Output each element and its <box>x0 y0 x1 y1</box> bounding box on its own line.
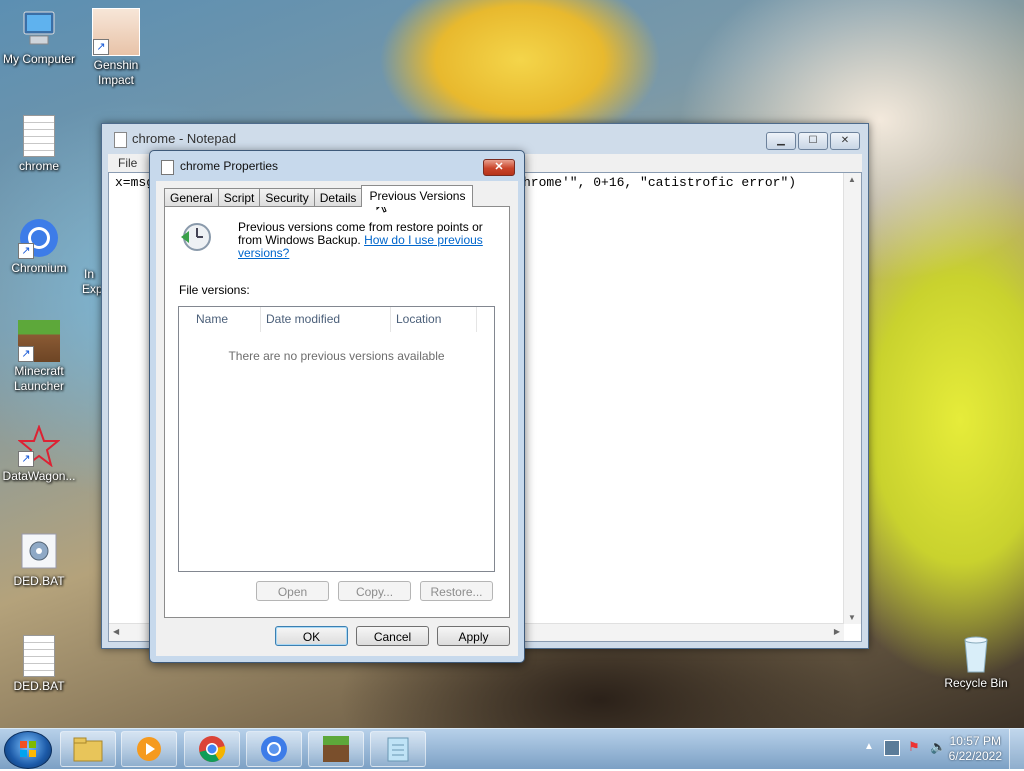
desktop-icon-label: Genshin Impact <box>93 58 139 87</box>
action-center-flag-icon[interactable]: ⚑ <box>908 739 920 755</box>
taskbar-chrome-button[interactable] <box>184 731 240 767</box>
scroll-right-icon[interactable]: ▶ <box>834 627 840 636</box>
vertical-scrollbar[interactable]: ▲ ▼ <box>843 173 861 624</box>
apply-button[interactable]: Apply <box>437 626 510 646</box>
maximize-button[interactable]: ☐ <box>798 132 828 150</box>
shortcut-arrow-icon: ↗ <box>18 346 34 362</box>
previous-versions-info: Previous versions come from restore poin… <box>238 221 498 260</box>
menu-file[interactable]: File <box>118 156 137 170</box>
column-date-modified[interactable]: Date modified <box>261 307 391 332</box>
desktop-icon-label: DataWagon... <box>2 469 76 483</box>
text-file-icon <box>18 115 60 157</box>
show-hidden-icons-icon[interactable]: ▲ <box>864 741 874 752</box>
folder-icon <box>73 737 103 762</box>
chrome-icon <box>199 736 226 762</box>
file-versions-list[interactable]: Name Date modified Location There are no… <box>178 306 495 572</box>
dialog-close-button[interactable]: ✕ <box>483 159 515 176</box>
tab-script[interactable]: Script <box>217 188 261 207</box>
scroll-down-icon[interactable]: ▼ <box>848 613 856 622</box>
taskbar-minecraft-button[interactable] <box>308 731 364 767</box>
system-tray: ▲ ⚑ 🔈 10:57 PM 6/22/2022 <box>834 729 1024 769</box>
column-location[interactable]: Location <box>391 307 477 332</box>
desktop-icon-ded-bat[interactable]: DED.BAT <box>1 635 77 694</box>
restore-button[interactable]: Restore... <box>420 581 493 601</box>
taskbar-explorer-button[interactable] <box>60 731 116 767</box>
shortcut-arrow-icon: ↗ <box>18 451 34 467</box>
ok-button[interactable]: OK <box>275 626 348 646</box>
desktop-icon-datawagon[interactable]: ↗ DataWagon... <box>1 424 77 484</box>
minimize-button[interactable]: ▁ <box>766 132 796 150</box>
clock-date: 6/22/2022 <box>948 749 1002 763</box>
network-icon[interactable] <box>884 740 900 756</box>
properties-dialog[interactable]: chrome Properties ✕ General Script Secur… <box>149 150 525 663</box>
file-icon <box>161 160 174 175</box>
notepad-icon <box>114 132 127 148</box>
minecraft-icon: ↗ <box>18 320 60 362</box>
recycle-bin-icon <box>955 632 997 674</box>
text-file-icon <box>18 635 60 677</box>
close-button[interactable]: ✕ <box>830 132 860 150</box>
taskbar: ▲ ⚑ 🔈 10:57 PM 6/22/2022 <box>0 728 1024 769</box>
minecraft-icon <box>323 736 349 762</box>
clock[interactable]: 10:57 PM 6/22/2022 <box>949 734 1002 764</box>
open-button[interactable]: Open <box>256 581 329 601</box>
chromium-icon <box>261 736 287 762</box>
media-player-icon <box>137 737 161 761</box>
previous-versions-panel: Previous versions come from restore poin… <box>164 206 510 618</box>
desktop-icon-chromium[interactable]: ↗ Chromium <box>1 217 77 276</box>
chromium-icon: ↗ <box>18 217 60 259</box>
show-desktop-button[interactable] <box>1009 729 1024 769</box>
desktop-icon-ded-bat-settings[interactable]: DED.BAT <box>1 530 77 589</box>
tab-strip: General Script Security Details Previous… <box>164 185 474 207</box>
taskbar-notepad-button[interactable] <box>370 731 426 767</box>
desktop-icon-label: My Computer <box>2 52 76 66</box>
desktop-icon-label: Chromium <box>11 261 67 275</box>
tab-previous-versions[interactable]: Previous Versions <box>361 185 474 207</box>
taskbar-media-player-button[interactable] <box>121 731 177 767</box>
column-name[interactable]: Name <box>191 307 261 332</box>
shortcut-arrow-icon: ↗ <box>93 39 109 55</box>
desktop-icon-label: chrome <box>18 159 59 173</box>
scroll-up-icon[interactable]: ▲ <box>848 175 856 184</box>
desktop-icon-label: DED.BAT <box>13 679 65 693</box>
tab-security[interactable]: Security <box>259 188 315 207</box>
desktop-icon-genshin-impact[interactable]: ↗ Genshin Impact <box>78 8 154 88</box>
gear-file-icon <box>18 530 60 572</box>
taskbar-chromium-button[interactable] <box>246 731 302 767</box>
windows-logo-icon <box>20 741 36 757</box>
desktop-icon-my-computer[interactable]: My Computer <box>1 8 77 67</box>
dialog-title: chrome Properties <box>180 159 279 173</box>
restore-clock-icon <box>179 221 211 253</box>
notepad-icon <box>387 737 409 762</box>
desktop: My Computer ↗ Genshin Impact chrome ↗ Ch… <box>0 0 1024 728</box>
shortcut-arrow-icon: ↗ <box>18 243 34 259</box>
clock-time: 10:57 PM <box>949 734 1001 748</box>
scroll-left-icon[interactable]: ◀ <box>113 627 119 636</box>
dialog-body: General Script Security Details Previous… <box>156 181 518 656</box>
desktop-icon-label: Recycle Bin <box>944 676 1008 690</box>
cancel-button[interactable]: Cancel <box>356 626 429 646</box>
genshin-impact-icon: ↗ <box>92 8 140 56</box>
start-button[interactable] <box>4 731 52 769</box>
dialog-titlebar[interactable]: chrome Properties ✕ <box>150 151 524 181</box>
empty-list-message: There are no previous versions available <box>228 349 445 363</box>
desktop-icon-label: Minecraft Launcher <box>13 364 65 393</box>
volume-icon[interactable]: 🔈 <box>930 739 946 755</box>
tab-details[interactable]: Details <box>313 188 363 207</box>
desktop-icon-recycle-bin[interactable]: Recycle Bin <box>936 632 1016 691</box>
list-header: Name Date modified Location <box>179 307 494 332</box>
notepad-title: chrome - Notepad <box>132 131 237 146</box>
file-versions-label: File versions: <box>179 283 250 297</box>
desktop-icon-chrome-script[interactable]: chrome <box>1 115 77 174</box>
desktop-icon-minecraft-launcher[interactable]: ↗ Minecraft Launcher <box>1 320 77 394</box>
datawagon-icon: ↗ <box>17 424 61 468</box>
notepad-text-right: hrome'", 0+16, "catistrofic error") <box>523 175 797 190</box>
tab-general[interactable]: General <box>164 188 219 207</box>
desktop-icon-label: DED.BAT <box>13 574 65 588</box>
computer-icon <box>18 8 60 50</box>
copy-button[interactable]: Copy... <box>338 581 411 601</box>
